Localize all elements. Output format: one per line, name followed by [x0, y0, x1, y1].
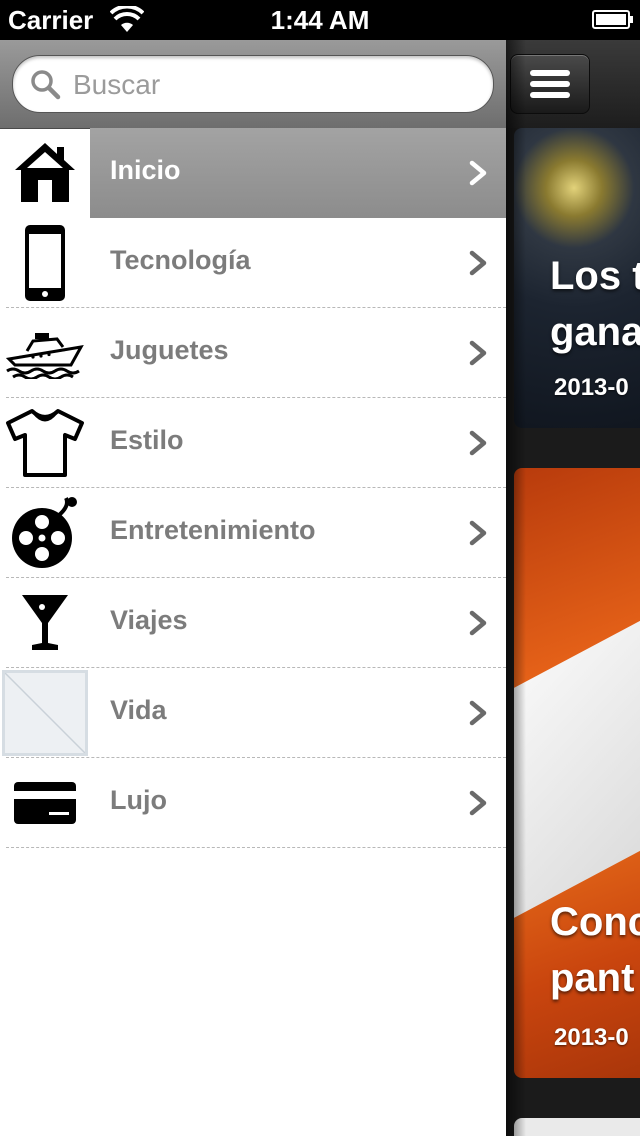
search-icon	[31, 70, 61, 100]
article-image	[514, 602, 640, 924]
menu-row: Vida	[90, 668, 506, 758]
menu-item-inicio[interactable]: Inicio	[0, 128, 506, 218]
yacht-icon	[0, 308, 90, 398]
search-field[interactable]	[12, 55, 494, 113]
chevron-right-icon	[469, 790, 487, 816]
article-title-line2: gana	[550, 310, 640, 354]
category-menu: Inicio Tecnología Juguetes Estilo Entret…	[0, 128, 506, 848]
menu-item-label: Vida	[110, 695, 167, 725]
menu-row: Viajes	[90, 578, 506, 668]
menu-item-label: Entretenimiento	[110, 515, 316, 545]
side-drawer: Inicio Tecnología	[0, 40, 506, 1136]
chevron-right-icon	[469, 340, 487, 366]
menu-item-tecnologia[interactable]: Tecnología	[0, 218, 506, 308]
menu-row: Lujo	[90, 758, 506, 848]
tshirt-icon	[0, 398, 90, 488]
credit-card-icon	[0, 758, 90, 848]
article-card[interactable]: Conc pant 2013-0	[514, 468, 640, 1078]
menu-item-label: Lujo	[110, 785, 167, 815]
article-date: 2013-0	[554, 1024, 629, 1051]
chevron-right-icon	[469, 160, 487, 186]
search-bar	[0, 40, 506, 129]
battery-icon	[592, 10, 633, 29]
smartphone-icon	[0, 218, 90, 308]
menu-item-label: Estilo	[110, 425, 184, 455]
search-input[interactable]	[71, 64, 475, 106]
hamburger-icon-line	[530, 81, 570, 87]
menu-row: Inicio	[90, 128, 506, 218]
chevron-right-icon	[469, 250, 487, 276]
menu-item-lujo[interactable]: Lujo	[0, 758, 506, 848]
nav-bar	[506, 40, 640, 128]
hamburger-icon	[530, 70, 570, 76]
article-card[interactable]: Los t gana 2013-0	[514, 128, 640, 428]
drawer-shadow	[506, 40, 526, 1136]
menu-row: Tecnología	[90, 218, 506, 308]
menu-row: Estilo	[90, 398, 506, 488]
menu-item-viajes[interactable]: Viajes	[0, 578, 506, 668]
article-card[interactable]	[514, 1118, 640, 1136]
image-placeholder-icon	[0, 668, 90, 758]
menu-item-label: Inicio	[110, 155, 181, 185]
article-title-line1: Los t	[550, 254, 640, 298]
article-title-line1: Conc	[550, 900, 640, 944]
menu-item-label: Juguetes	[110, 335, 229, 365]
hamburger-icon-line	[530, 92, 570, 98]
menu-item-entretenimiento[interactable]: Entretenimiento	[0, 488, 506, 578]
article-date: 2013-0	[554, 374, 629, 401]
film-reel-icon	[0, 488, 90, 578]
clock: 1:44 AM	[270, 5, 370, 35]
chevron-right-icon	[469, 700, 487, 726]
cocktail-icon	[0, 578, 90, 668]
menu-item-juguetes[interactable]: Juguetes	[0, 308, 506, 398]
chevron-right-icon	[469, 520, 487, 546]
menu-item-estilo[interactable]: Estilo	[0, 398, 506, 488]
article-feed: Los t gana 2013-0 Conc pant 2013-0	[506, 40, 640, 1136]
chevron-right-icon	[469, 610, 487, 636]
menu-row: Juguetes	[90, 308, 506, 398]
chevron-right-icon	[469, 430, 487, 456]
home-icon	[0, 128, 90, 218]
menu-item-label: Viajes	[110, 605, 188, 635]
divider	[6, 847, 506, 848]
status-bar: Carrier 1:44 AM	[0, 0, 640, 40]
article-title-line2: pant	[550, 956, 635, 1000]
menu-item-vida[interactable]: Vida	[0, 668, 506, 758]
menu-row: Entretenimiento	[90, 488, 506, 578]
menu-item-label: Tecnología	[110, 245, 251, 275]
